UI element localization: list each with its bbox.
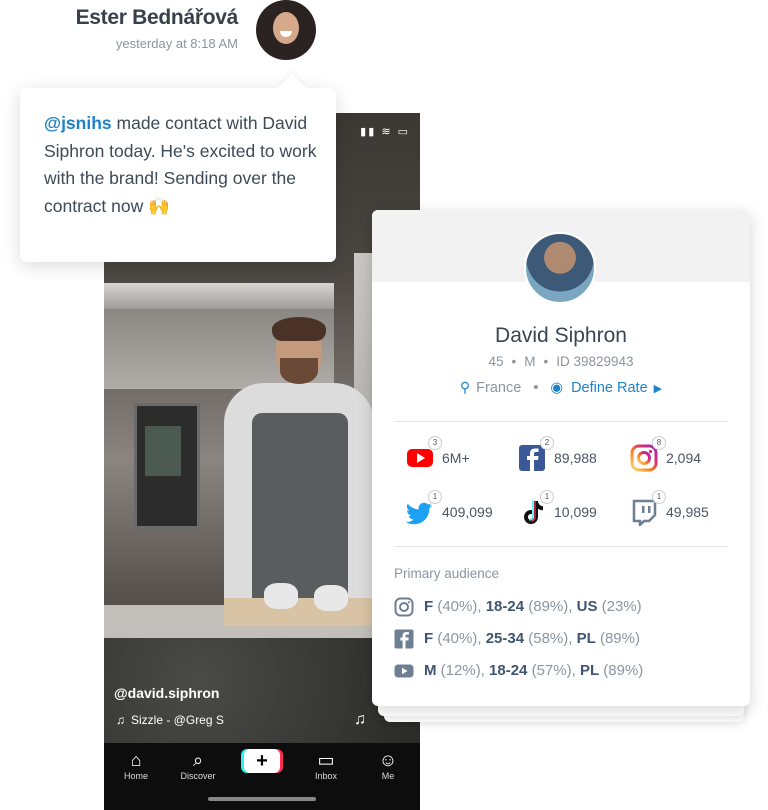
message-bubble: @jsnihs made contact with David Siphron … [20, 88, 336, 262]
create-video-button[interactable]: + [244, 749, 280, 773]
caret-right-icon[interactable]: ▶ [654, 383, 662, 395]
audience-row-youtube: M (12%), 18-24 (57%), PL (89%) [394, 661, 643, 681]
user-icon: ☺ [378, 750, 398, 770]
audience-gender: F [424, 597, 434, 615]
cutting-board [224, 598, 374, 626]
nav-me[interactable]: ☺ Me [358, 749, 418, 781]
audience-gender-pct: (40%), [437, 629, 482, 647]
audience-country: PL [576, 629, 596, 647]
channel-count: 8 [652, 436, 666, 450]
user-mention[interactable]: @jsnihs [44, 113, 112, 133]
profile-location: France [476, 380, 522, 396]
audience-row-facebook: F (40%), 25-34 (58%), PL (89%) [394, 629, 640, 649]
audience-gender-pct: (40%), [437, 597, 482, 615]
channel-count: 2 [540, 436, 554, 450]
nav-discover[interactable]: ⌕ Discover [168, 749, 228, 781]
primary-audience-title: Primary audience [394, 566, 500, 581]
message-timestamp: yesterday at 8:18 AM [115, 36, 238, 51]
follower-count: 10,099 [554, 504, 597, 520]
bottom-navigation: ⌂ Home ⌕ Discover + ▭ Inbox ☺ Me [104, 743, 420, 810]
audience-age-pct: (89%), [528, 597, 573, 615]
follower-count: 89,988 [554, 450, 597, 466]
sender-header: Ester Bednářová yesterday at 8:18 AM [75, 6, 239, 51]
channel-count: 1 [652, 490, 666, 504]
audience-gender-pct: (12%), [440, 661, 485, 679]
sender-name: Ester Bednářová [75, 6, 239, 29]
chef-hand-left [264, 583, 298, 609]
nav-label-home: Home [123, 771, 148, 781]
video-song[interactable]: ♫ Sizzle - @Greg S [116, 713, 224, 727]
nav-label-me: Me [381, 771, 395, 781]
audience-country: US [576, 597, 598, 615]
audience-age: 18-24 [489, 661, 528, 679]
nav-label-discover: Discover [180, 771, 216, 781]
song-title: Sizzle - @Greg S [131, 713, 224, 727]
nav-label-inbox: Inbox [314, 771, 338, 781]
define-rate-link[interactable]: Define Rate [571, 380, 648, 396]
chef-beard [280, 358, 318, 384]
avatar-face [273, 12, 299, 44]
sender-avatar[interactable] [256, 0, 316, 60]
follower-count: 6M+ [442, 450, 470, 466]
chef-hair [272, 317, 326, 341]
audience-country-pct: (89%) [599, 629, 640, 647]
audience-age-pct: (57%), [531, 661, 576, 679]
instagram-icon [394, 597, 414, 617]
profile-meta: 45 • M • ID 39829943 [488, 354, 634, 369]
search-icon: ⌕ [192, 750, 204, 770]
influencer-profile-card: David Siphron 45 • M • ID 39829943 ⚲ France •… [372, 210, 750, 706]
message-text: @jsnihs made contact with David Siphron … [44, 110, 324, 220]
audience-gender: F [424, 629, 434, 647]
coins-icon: ◉ [550, 380, 564, 396]
status-bar-icons: ▮▮ ≋ ▭ [360, 126, 410, 138]
profile-location-row: ⚲ France • ◉ Define Rate ▶ [459, 379, 663, 396]
home-indicator [208, 797, 316, 801]
profile-name: David Siphron [495, 324, 627, 347]
inbox-icon: ▭ [317, 750, 335, 770]
music-disc-icon[interactable]: ♫ [354, 711, 366, 729]
channel-count: 3 [428, 436, 442, 450]
nav-inbox[interactable]: ▭ Inbox [296, 749, 356, 781]
profile-id: ID 39829943 [556, 354, 634, 369]
chef-hand-right [314, 585, 348, 611]
divider-top [394, 421, 728, 422]
facebook-icon [394, 629, 414, 649]
nav-home[interactable]: ⌂ Home [106, 749, 166, 781]
youtube-icon [394, 664, 414, 678]
follower-count: 2,094 [666, 450, 702, 466]
audience-age: 25-34 [485, 629, 525, 647]
follower-count: 49,985 [666, 504, 709, 520]
divider-bottom [394, 546, 728, 547]
channel-count: 1 [428, 490, 442, 504]
follower-count: 409,099 [442, 504, 493, 520]
audience-country: PL [579, 661, 600, 679]
audience-gender: M [424, 661, 437, 679]
home-icon: ⌂ [130, 750, 142, 770]
kitchen-hood [104, 283, 334, 309]
audience-age: 18-24 [485, 597, 525, 615]
profile-avatar[interactable] [524, 232, 596, 304]
video-author-handle[interactable]: @david.siphron [114, 685, 219, 701]
profile-gender: M [524, 354, 536, 369]
profile-age: 45 [488, 354, 504, 369]
location-pin-icon: ⚲ [459, 379, 471, 395]
audience-row-instagram: F (40%), 18-24 (89%), US (23%) [394, 597, 642, 617]
audience-age-pct: (58%), [528, 629, 573, 647]
kitchen-oven [134, 403, 200, 529]
audience-country-pct: (89%) [603, 661, 644, 679]
audience-country-pct: (23%) [601, 597, 642, 615]
channel-count: 1 [540, 490, 554, 504]
chef-apron [252, 413, 348, 603]
music-note-icon: ♫ [116, 713, 125, 727]
